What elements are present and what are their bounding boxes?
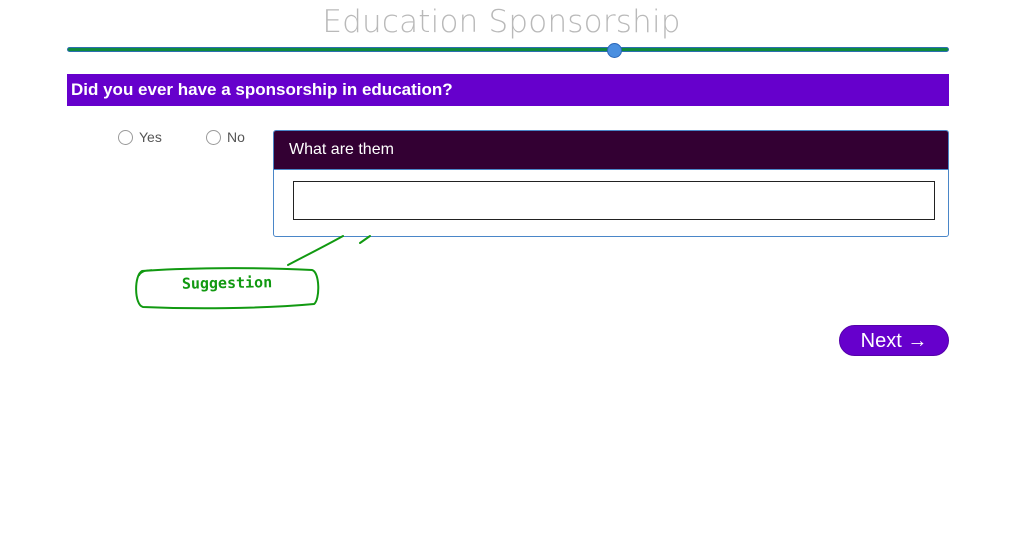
followup-panel-title: What are them <box>274 131 948 170</box>
radio-no[interactable] <box>206 129 221 145</box>
question-heading: Did you ever have a sponsorship in educa… <box>67 74 949 106</box>
suggestion-label: Suggestion <box>181 273 273 293</box>
radio-yes[interactable] <box>118 129 133 145</box>
option-no[interactable]: No <box>206 129 245 145</box>
callout-pointer-line <box>287 235 344 266</box>
option-yes-label: Yes <box>139 129 162 145</box>
followup-panel: What are them <box>273 130 949 237</box>
progress-slider-thumb[interactable] <box>607 43 622 58</box>
callout-pointer-line <box>359 235 371 244</box>
followup-answer-input[interactable] <box>293 181 935 220</box>
survey-page: Education Sponsorship Did you ever have … <box>0 0 1028 545</box>
next-button[interactable]: Next → <box>839 325 949 356</box>
progress-slider-track[interactable] <box>67 47 949 52</box>
option-yes[interactable]: Yes <box>118 129 162 145</box>
page-title: Education Sponsorship <box>322 4 681 40</box>
option-no-label: No <box>227 129 245 145</box>
